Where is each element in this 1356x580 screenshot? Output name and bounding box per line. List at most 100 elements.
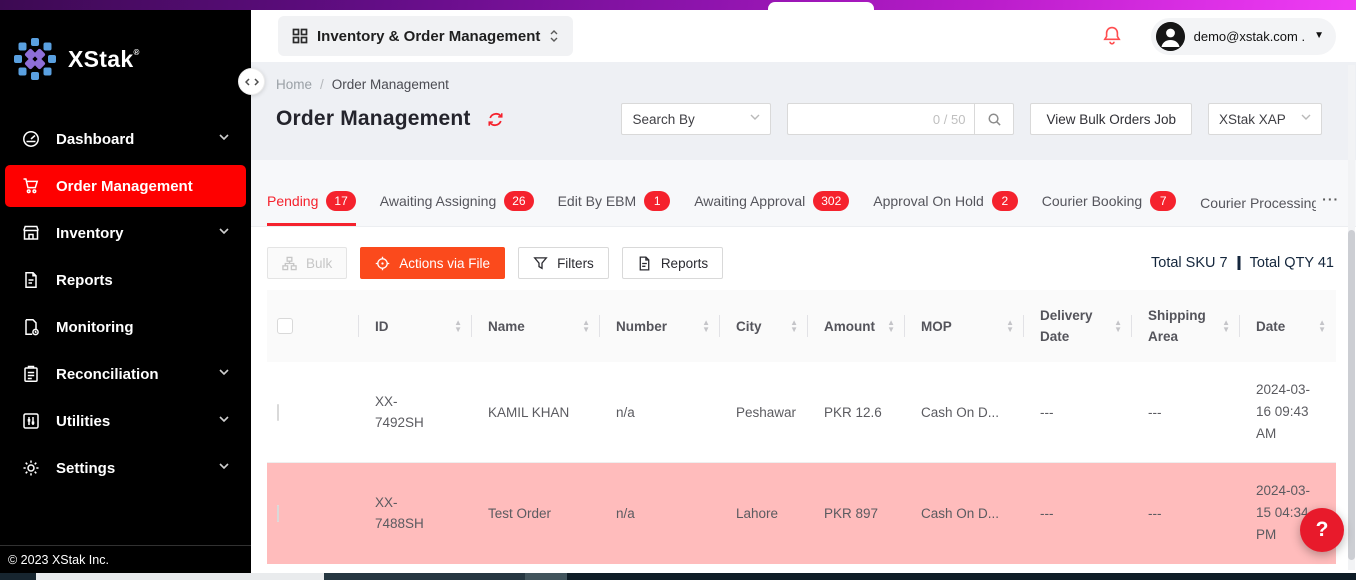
header-date[interactable]: Date ▲▼ (1240, 290, 1336, 362)
header-city[interactable]: City ▲▼ (720, 290, 808, 362)
vertical-scrollbar (1348, 65, 1355, 570)
sort-control[interactable]: ▲▼ (582, 319, 594, 333)
cell-city: Lahore (720, 503, 808, 524)
chevron-down-icon (219, 134, 229, 144)
chevron-down-icon (219, 416, 229, 426)
sidebar-item-dashboard[interactable]: Dashboard (0, 118, 251, 160)
content-area: Bulk Actions via File (251, 227, 1356, 573)
sort-control[interactable]: ▲▼ (1222, 319, 1234, 333)
header-number[interactable]: Number ▲▼ (600, 290, 720, 362)
xstak-logo-icon (12, 36, 58, 82)
row-checkbox[interactable] (277, 505, 279, 522)
refresh-icon[interactable] (486, 110, 505, 129)
sidebar-item-utilities[interactable]: Utilities (0, 400, 251, 442)
caret-down-icon: ▼ (1314, 31, 1324, 41)
tab-edit-by-ebm[interactable]: Edit By EBM 1 (558, 191, 671, 226)
filters-button-label: Filters (557, 256, 594, 271)
sidebar-item-inventory[interactable]: Inventory (0, 212, 251, 254)
column-label: Amount (824, 316, 875, 337)
sort-control[interactable]: ▲▼ (1114, 319, 1126, 333)
search-by-select[interactable]: Search By (621, 103, 771, 135)
breadcrumb-separator: / (320, 77, 324, 92)
user-menu[interactable]: demo@xstak.com . ▼ (1151, 18, 1336, 55)
actions-via-file-label: Actions via File (399, 256, 490, 271)
notification-bell-icon[interactable] (1101, 25, 1123, 47)
tab-courier-booking[interactable]: Courier Booking 7 (1042, 191, 1176, 226)
sort-control[interactable]: ▲▼ (887, 319, 899, 333)
tab-courier-processing[interactable]: Courier Processing (1200, 195, 1316, 226)
column-label: Delivery Date (1040, 305, 1114, 347)
top-bar: Inventory & Order Management (251, 10, 1356, 62)
sliders-icon (22, 412, 40, 430)
filters-button[interactable]: Filters (518, 247, 609, 279)
tab-awaiting-assigning[interactable]: Awaiting Assigning 26 (380, 191, 534, 226)
sort-control[interactable]: ▲▼ (790, 319, 802, 333)
tab-approval-on-hold[interactable]: Approval On Hold 2 (873, 191, 1018, 226)
scrollbar-segment (0, 573, 36, 580)
bulk-button[interactable]: Bulk (267, 247, 347, 279)
registered-mark: ® (133, 48, 139, 57)
app-screen: XStak® Dashboard (0, 0, 1356, 580)
cell-name: Test Order (472, 503, 600, 524)
actions-via-file-button[interactable]: Actions via File (360, 247, 505, 279)
header-delivery-date[interactable]: Delivery Date ▲▼ (1024, 290, 1132, 362)
vertical-scrollbar-thumb[interactable] (1348, 230, 1355, 560)
user-email: demo@xstak.com . (1194, 29, 1305, 44)
row-checkbox[interactable] (277, 404, 279, 421)
header-name[interactable]: Name ▲▼ (472, 290, 600, 362)
sitemap-icon (282, 256, 297, 271)
app-selector[interactable]: Inventory & Order Management (278, 16, 573, 56)
status-tabs: Pending 17 Awaiting Assigning 26 Edit By… (251, 160, 1356, 227)
app-selector-label: Inventory & Order Management (317, 28, 540, 45)
tab-label: Courier Booking (1042, 193, 1142, 209)
tab-label: Edit By EBM (558, 193, 637, 209)
breadcrumb-home-link[interactable]: Home (276, 77, 312, 92)
reports-button[interactable]: Reports (622, 247, 723, 279)
cell-delivery-date: --- (1024, 503, 1132, 524)
sort-control[interactable]: ▲▼ (454, 319, 466, 333)
horizontal-scrollbar-thumb[interactable] (36, 573, 324, 580)
sort-control[interactable]: ▲▼ (1318, 319, 1330, 333)
table-row-highlighted[interactable]: XX-7488SH Test Order n/a Lahore PKR 897 … (267, 463, 1336, 564)
sidebar-item-reports[interactable]: Reports (0, 259, 251, 301)
search-group: 0 / 50 (787, 103, 1014, 135)
select-all-checkbox[interactable] (277, 318, 293, 334)
sidebar-item-order-management[interactable]: Order Management (5, 165, 246, 207)
sidebar-item-monitoring[interactable]: Monitoring (0, 306, 251, 348)
page-title: Order Management (276, 107, 471, 131)
clipboard-icon (22, 365, 40, 383)
sort-control[interactable]: ▲▼ (1006, 319, 1018, 333)
header-id[interactable]: ID ▲▼ (359, 290, 472, 362)
cell-shipping-area: --- (1132, 402, 1240, 423)
tab-awaiting-approval[interactable]: Awaiting Approval 302 (694, 191, 849, 226)
search-char-counter: 0 / 50 (933, 112, 966, 127)
channel-select[interactable]: XStak XAP (1208, 103, 1322, 135)
sidebar-collapse-button[interactable] (238, 68, 265, 95)
toolbar-buttons: Bulk Actions via File (267, 247, 723, 279)
sidebar-item-reconciliation[interactable]: Reconciliation (0, 353, 251, 395)
tab-count-badge: 302 (813, 191, 849, 211)
view-bulk-orders-job-button[interactable]: View Bulk Orders Job (1030, 103, 1192, 135)
cell-name: KAMIL KHAN (472, 402, 600, 423)
sidebar-item-settings[interactable]: Settings (0, 447, 251, 489)
cell-shipping-area: --- (1132, 503, 1240, 524)
search-by-value: Search By (632, 112, 694, 127)
cell-city: Peshawar (720, 402, 808, 423)
reports-button-label: Reports (661, 256, 708, 271)
tabs-more-button[interactable]: ··· (1322, 191, 1339, 226)
header-amount[interactable]: Amount ▲▼ (808, 290, 905, 362)
table-row[interactable]: XX-7492SH KAMIL KHAN n/a Peshawar PKR 12… (267, 362, 1336, 463)
cell-id: XX-7488SH (359, 492, 472, 534)
tab-pending[interactable]: Pending 17 (267, 191, 356, 226)
sort-control[interactable]: ▲▼ (702, 319, 714, 333)
bulk-button-label: Bulk (306, 256, 332, 271)
search-input[interactable] (797, 112, 932, 127)
help-button[interactable]: ? (1300, 508, 1344, 552)
total-qty: Total QTY 41 (1250, 255, 1334, 271)
header-mop[interactable]: MOP ▲▼ (905, 290, 1024, 362)
search-button[interactable] (974, 103, 1014, 135)
cell-mop: Cash On D... (905, 402, 1024, 423)
aim-icon (375, 256, 390, 271)
file-icon (637, 256, 652, 271)
header-shipping-area[interactable]: Shipping Area ▲▼ (1132, 290, 1240, 362)
